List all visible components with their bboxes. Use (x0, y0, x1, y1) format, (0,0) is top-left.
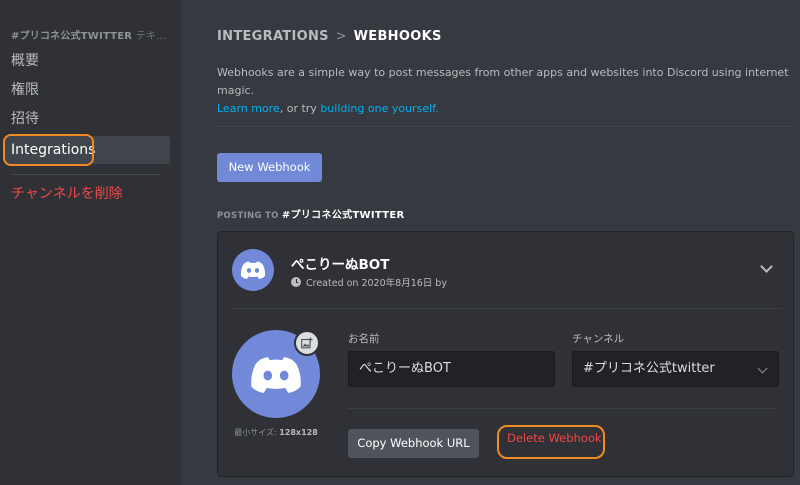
learn-more-link[interactable]: Learn more (217, 102, 280, 115)
delete-webhook-highlight (497, 425, 605, 459)
settings-sidebar: #プリコネ公式TWITTER テキ... 概要 権限 招待 Integratio… (0, 0, 182, 485)
sidebar-header: #プリコネ公式TWITTER テキ... (11, 27, 176, 42)
breadcrumb-parent[interactable]: INTEGRATIONS (217, 29, 329, 44)
card-divider (230, 308, 782, 309)
channel-type-header: テキ... (135, 31, 167, 42)
image-add-icon[interactable] (294, 330, 320, 356)
created-on-text: Created on 2020年8月16日 by (306, 278, 447, 289)
description-text: Webhooks are a simple way to post messag… (217, 66, 789, 97)
channel-select-value: #プリコネ公式twitter (583, 361, 715, 376)
discord-logo-icon (232, 249, 274, 291)
form-divider (348, 408, 778, 409)
delete-channel-button[interactable]: チャンネルを削除 (5, 180, 170, 208)
new-webhook-button[interactable]: New Webhook (217, 153, 322, 182)
section-divider (217, 126, 792, 127)
webhook-name-input[interactable]: ぺこりーぬBOT (348, 351, 555, 387)
posting-prefix: POSTING TO (217, 211, 279, 221)
integrations-highlight (3, 134, 94, 166)
breadcrumb-current: WEBHOOKS (353, 29, 442, 44)
channel-label: チャンネル (572, 333, 625, 345)
sidebar-item-invites[interactable]: 招待 (5, 105, 170, 133)
webhook-card: ぺこりーぬBOT Created on 2020年8月16日 by 最小サイズ:… (217, 231, 794, 477)
description-middle: , or try (279, 102, 317, 115)
min-size-value: 128x128 (279, 428, 318, 437)
copy-webhook-url-button[interactable]: Copy Webhook URL (348, 429, 479, 458)
posting-channel: #プリコネ公式TWITTER (281, 210, 405, 221)
min-size-label: 最小サイズ: 128x128 (222, 427, 330, 438)
sidebar-divider (11, 174, 160, 175)
breadcrumb-separator: > (335, 29, 347, 44)
clock-icon (291, 277, 301, 287)
min-size-text: 最小サイズ: (234, 428, 277, 437)
webhooks-description: Webhooks are a simple way to post messag… (217, 64, 797, 118)
chevron-down-icon[interactable] (760, 260, 773, 273)
chevron-down-icon (757, 363, 768, 374)
posting-to-label: POSTING TO #プリコネ公式TWITTER (217, 206, 404, 221)
channel-select[interactable]: #プリコネ公式twitter (572, 351, 779, 387)
sidebar-item-overview[interactable]: 概要 (5, 47, 170, 75)
breadcrumb: INTEGRATIONS > WEBHOOKS (217, 29, 442, 44)
sidebar-item-permissions[interactable]: 権限 (5, 76, 170, 104)
build-one-yourself-link[interactable]: building one yourself. (320, 102, 438, 115)
webhook-created-info: Created on 2020年8月16日 by (291, 275, 447, 289)
webhook-name: ぺこりーぬBOT (291, 257, 390, 273)
name-label: お名前 (348, 333, 380, 345)
main-content: INTEGRATIONS > WEBHOOKS Webhooks are a s… (182, 0, 800, 485)
channel-name-header: #プリコネ公式TWITTER (11, 31, 133, 42)
